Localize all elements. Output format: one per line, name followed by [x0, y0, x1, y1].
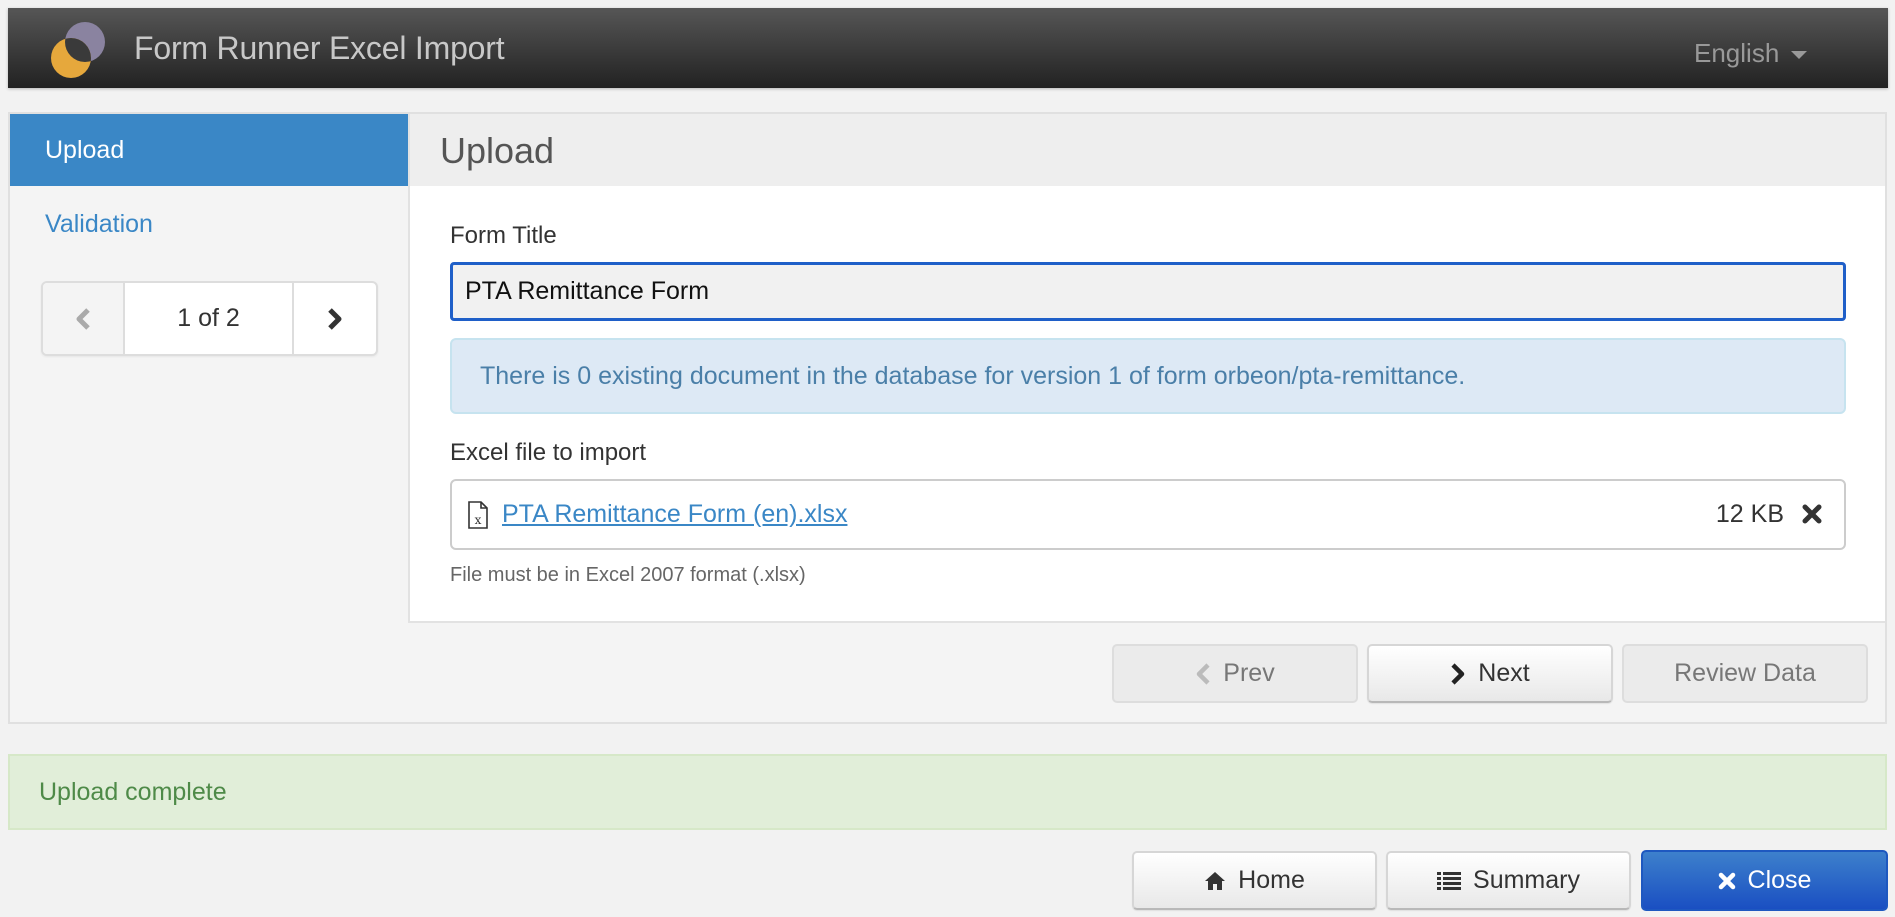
caret-down-icon: [1791, 50, 1808, 59]
remove-file-icon[interactable]: [1802, 503, 1822, 525]
section-title: Upload: [410, 114, 1885, 186]
form-title-input[interactable]: [450, 262, 1846, 321]
close-icon: [1718, 872, 1735, 889]
list-icon: [1437, 871, 1462, 890]
home-icon: [1205, 871, 1226, 890]
pager-prev-button[interactable]: [43, 283, 125, 354]
review-data-button[interactable]: Review Data: [1622, 644, 1868, 703]
app-title: Form Runner Excel Import: [134, 30, 505, 66]
chevron-left-icon: [1197, 662, 1210, 685]
chevron-left-icon: [76, 307, 90, 330]
info-alert: There is 0 existing document in the data…: [450, 338, 1846, 414]
svg-text:x: x: [475, 513, 482, 527]
home-button[interactable]: Home: [1132, 851, 1377, 910]
excel-file-icon: x: [468, 501, 488, 529]
close-button[interactable]: Close: [1641, 850, 1888, 911]
app-navbar: Form Runner Excel Import English: [8, 8, 1888, 88]
prev-button[interactable]: Prev: [1112, 644, 1358, 703]
form-title-label: Form Title: [450, 222, 557, 249]
excel-file-label: Excel file to import: [450, 439, 647, 466]
language-label: English: [1694, 38, 1780, 68]
sidebar-item-validation[interactable]: Validation: [10, 188, 408, 260]
review-data-label: Review Data: [1674, 659, 1816, 687]
prev-button-label: Prev: [1223, 659, 1275, 687]
home-button-label: Home: [1238, 866, 1305, 894]
upload-status-alert: Upload complete: [8, 754, 1887, 830]
sidebar-item-upload[interactable]: Upload: [10, 114, 408, 186]
wizard-nav-buttons: Prev Next Review Data: [10, 623, 1885, 722]
uploaded-file-link[interactable]: PTA Remittance Form (en).xlsx: [502, 500, 847, 529]
next-button-label: Next: [1478, 659, 1530, 687]
file-upload-field: x PTA Remittance Form (en).xlsx 12 KB: [450, 479, 1846, 550]
wizard-sidebar: Upload Validation 1 of 2: [10, 114, 410, 623]
chevron-right-icon: [328, 307, 342, 330]
close-button-label: Close: [1747, 866, 1812, 894]
next-button[interactable]: Next: [1367, 644, 1613, 703]
wizard-panel: Upload Validation 1 of 2 Upload Form Tit…: [8, 112, 1887, 724]
summary-button[interactable]: Summary: [1386, 851, 1631, 910]
page-pager: 1 of 2: [41, 281, 378, 356]
upload-section: Upload Form Title There is 0 existing do…: [410, 114, 1885, 623]
pager-count: 1 of 2: [125, 283, 294, 354]
language-selector[interactable]: English: [1694, 38, 1808, 69]
file-size: 12 KB: [1715, 500, 1784, 528]
pager-next-button[interactable]: [294, 283, 376, 354]
orbeon-logo-icon: [51, 22, 105, 78]
chevron-right-icon: [1451, 662, 1465, 685]
file-format-hint: File must be in Excel 2007 format (.xlsx…: [450, 564, 806, 586]
summary-button-label: Summary: [1473, 866, 1580, 894]
